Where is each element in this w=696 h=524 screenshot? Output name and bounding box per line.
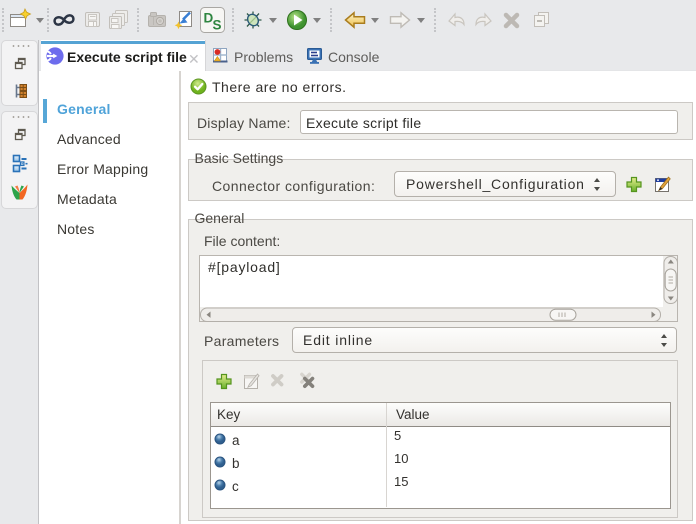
svg-text:S: S <box>213 18 222 33</box>
